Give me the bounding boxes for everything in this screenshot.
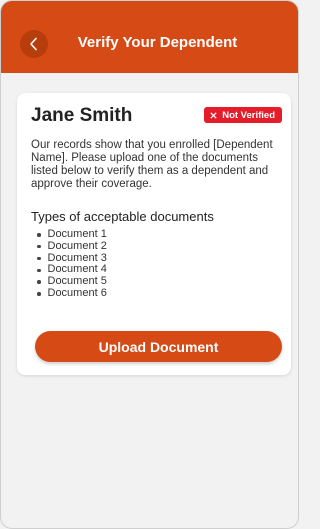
list-item: Document 6 [37,286,107,300]
bullet-icon [37,292,41,296]
header-bar: Verify Your Dependent [1,1,298,73]
page-title: Verify Your Dependent [77,34,238,51]
dependent-name: Jane Smith [31,105,133,126]
status-label: Not Verified [222,109,275,121]
bullet-icon [37,280,41,284]
bullet-icon [37,256,41,261]
status-badge: Not Verified [204,107,282,123]
close-icon [210,111,217,119]
intro-text: Our records show that you enrolled [Depe… [31,139,273,190]
document-label: Document 2 [47,239,107,252]
list-item: Document 2 [37,239,107,253]
document-list: Document 1 Document 2 Document 3 Documen… [37,228,107,300]
documents-heading: Types of acceptable documents [31,209,214,224]
upload-document-button[interactable]: Upload Document [35,331,282,362]
app-screen: Verify Your Dependent Jane Smith Not Ver… [0,0,299,529]
bullet-icon [37,233,41,237]
chevron-left-icon [30,37,37,51]
bullet-icon [37,244,41,249]
bullet-icon [37,268,41,273]
back-button[interactable] [20,30,48,58]
dependent-card: Jane Smith Not Verified Our records show… [17,93,291,375]
document-label: Document 6 [47,286,107,299]
